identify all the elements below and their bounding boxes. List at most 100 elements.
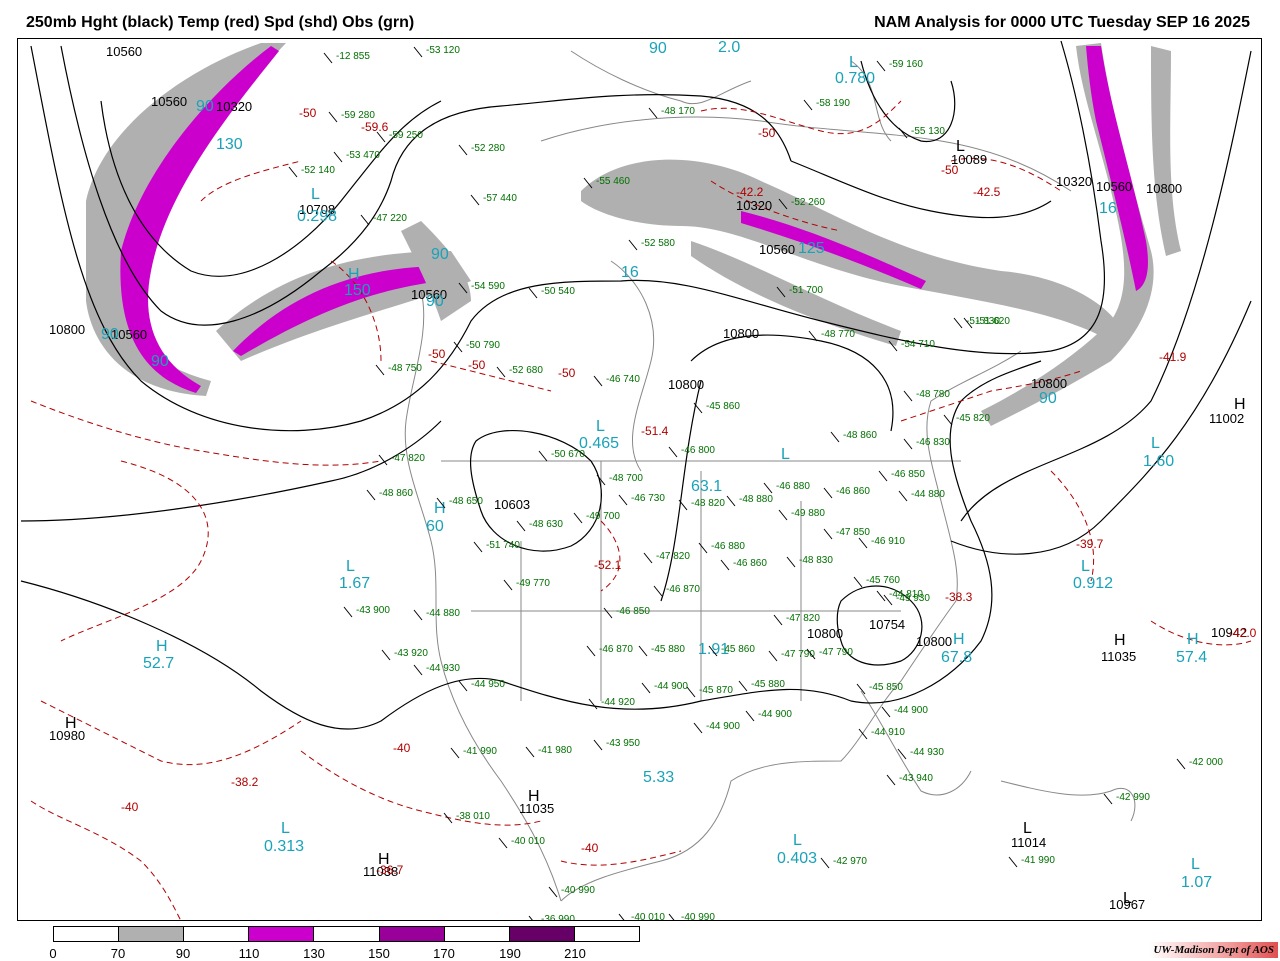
height-label: 11014 bbox=[1011, 835, 1046, 850]
height-label: 10320 bbox=[216, 99, 252, 114]
station-obs-label: -50 790 bbox=[466, 340, 500, 351]
height-label: 10754 bbox=[869, 617, 905, 632]
wind-barb bbox=[603, 607, 613, 619]
wind-barb bbox=[698, 542, 708, 554]
station-obs-label: -45 760 bbox=[866, 575, 900, 586]
station-obs-label: -50 540 bbox=[541, 286, 575, 297]
station-obs-label: -48 750 bbox=[388, 363, 422, 374]
station-obs-label: -55 130 bbox=[911, 126, 945, 137]
wind-barb bbox=[528, 915, 533, 920]
height-label: 10800 bbox=[1146, 181, 1182, 196]
station-obs-label: -45 880 bbox=[651, 644, 685, 655]
temp-label: -40 bbox=[121, 800, 139, 814]
station-obs-label: -48 830 bbox=[799, 555, 833, 566]
scale-tick: 70 bbox=[110, 946, 126, 961]
high-marker: H bbox=[953, 631, 965, 648]
wind-barb bbox=[778, 509, 788, 521]
wind-barb bbox=[333, 151, 343, 163]
station-obs-label: -47 790 bbox=[819, 647, 853, 658]
station-obs-label: -47 220 bbox=[373, 213, 407, 224]
wind-barb bbox=[726, 495, 736, 507]
speed-label: 90 bbox=[649, 40, 667, 57]
temp-label: -42.5 bbox=[973, 185, 1001, 199]
station-obs-label: -47 850 bbox=[836, 527, 870, 538]
scale-tick: 130 bbox=[303, 946, 325, 961]
station-obs-label: -51 740 bbox=[486, 540, 520, 551]
speed-label: 0.298 bbox=[297, 208, 337, 225]
station-obs-label: -49 880 bbox=[791, 508, 825, 519]
wind-barb bbox=[773, 614, 783, 626]
low-marker: L bbox=[311, 186, 320, 203]
wind-barb bbox=[668, 446, 678, 458]
speed-label: 130 bbox=[216, 136, 243, 153]
wind-barb bbox=[525, 746, 535, 758]
speed-label: 1.60 bbox=[1143, 453, 1174, 470]
station-obs-label: -40 010 bbox=[511, 836, 545, 847]
station-obs-label: -48 650 bbox=[449, 496, 483, 507]
station-obs-label: -47 820 bbox=[391, 453, 425, 464]
height-label: 10800 bbox=[1031, 376, 1067, 391]
wind-barb bbox=[898, 490, 908, 502]
speed-label: 1.07 bbox=[1181, 874, 1212, 891]
wind-barb bbox=[528, 287, 538, 299]
wind-barb bbox=[903, 390, 913, 402]
wind-barb bbox=[853, 576, 863, 588]
wind-barb bbox=[668, 913, 675, 920]
station-obs-label: -47 790 bbox=[781, 649, 815, 660]
station-obs-label: -49 770 bbox=[516, 578, 550, 589]
wind-barb bbox=[786, 556, 796, 568]
low-marker: L bbox=[1151, 435, 1160, 452]
scale-segment bbox=[574, 927, 639, 941]
scale-segment bbox=[249, 927, 315, 941]
speed-label: 0.912 bbox=[1073, 575, 1113, 592]
temp-label: -51.4 bbox=[641, 424, 669, 438]
wind-barb bbox=[856, 683, 866, 695]
wind-barb bbox=[648, 107, 658, 119]
station-obs-label: -46 880 bbox=[776, 481, 810, 492]
station-obs-label: -46 800 bbox=[681, 445, 715, 456]
wind-barb bbox=[618, 494, 628, 506]
speed-label: 1.67 bbox=[339, 575, 370, 592]
wind-barb bbox=[323, 52, 333, 64]
scale-tick: 170 bbox=[433, 946, 455, 961]
wind-barb bbox=[618, 913, 625, 920]
low-marker: L bbox=[596, 418, 605, 435]
high-marker: H bbox=[1187, 631, 1199, 648]
station-obs-label: -51 700 bbox=[789, 285, 823, 296]
wind-barb bbox=[1103, 793, 1113, 805]
station-obs-label: -42 970 bbox=[833, 856, 867, 867]
wind-barb bbox=[496, 366, 506, 378]
scale-tick: 90 bbox=[175, 946, 191, 961]
weather-map[interactable]: 10560 10560 10320 10708 10560 10800 1056… bbox=[17, 38, 1262, 921]
station-obs-label: -48 820 bbox=[691, 498, 725, 509]
station-obs-label: -42 990 bbox=[1116, 792, 1150, 803]
wind-barb bbox=[643, 552, 653, 564]
station-obs-label: -47 820 bbox=[656, 551, 690, 562]
station-obs-label: -44 920 bbox=[601, 697, 635, 708]
wind-barb bbox=[450, 747, 460, 759]
station-obs-label: -43 900 bbox=[356, 605, 390, 616]
temp-label: -52.1 bbox=[594, 558, 622, 572]
station-obs-label: -44 900 bbox=[758, 709, 792, 720]
wind-barb bbox=[738, 680, 748, 692]
station-obs-label: -46 850 bbox=[891, 469, 925, 480]
station-obs-label: -44 900 bbox=[894, 705, 928, 716]
station-obs-label: -48 770 bbox=[821, 329, 855, 340]
wind-barb bbox=[876, 60, 886, 72]
speed-label: 16 bbox=[621, 264, 639, 281]
wind-speed-scale bbox=[53, 926, 640, 942]
station-obs-label: -46 860 bbox=[836, 486, 870, 497]
wind-barb bbox=[1176, 758, 1186, 770]
temp-label: -50 bbox=[758, 126, 776, 140]
station-obs-label: -44 930 bbox=[426, 663, 460, 674]
station-obs-label: -59 250 bbox=[389, 130, 423, 141]
station-obs-label: -46 870 bbox=[599, 644, 633, 655]
height-label: 10320 bbox=[736, 198, 772, 213]
low-marker: L bbox=[793, 832, 802, 849]
speed-label: 90 bbox=[151, 353, 169, 370]
station-obs-label: -47 820 bbox=[786, 613, 820, 624]
station-obs-label: -48 170 bbox=[661, 106, 695, 117]
station-obs-label: -44 880 bbox=[911, 489, 945, 500]
temp-label: -59.6 bbox=[361, 120, 389, 134]
station-obs-label: -46 740 bbox=[606, 374, 640, 385]
